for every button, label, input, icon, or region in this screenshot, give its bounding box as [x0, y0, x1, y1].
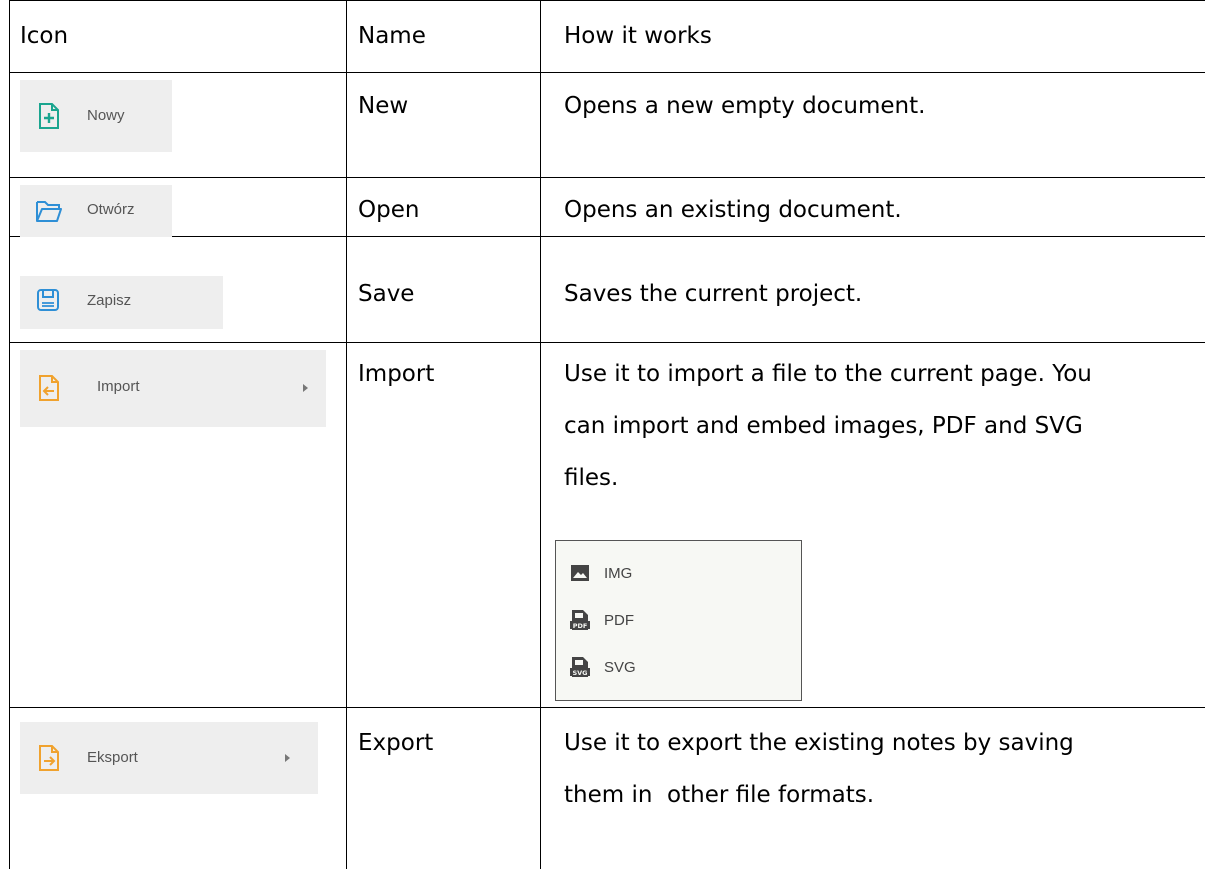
description-line: Use it to export the existing notes by s…	[564, 730, 1074, 756]
submenu-item-pdf: PDF PDF	[570, 608, 634, 632]
description-line: Use it to import a file to the current p…	[564, 361, 1092, 387]
export-button-screenshot: Eksport	[20, 722, 318, 794]
submenu-item-label: SVG	[604, 658, 636, 676]
name-save: Save	[358, 281, 415, 307]
description-line: Saves the current project.	[564, 281, 863, 307]
description-line: Opens an existing document.	[564, 197, 902, 223]
name-import: Import	[358, 361, 435, 387]
description-line: can import and embed images, PDF and SVG	[564, 413, 1083, 439]
description-export: Use it to export the existing notes by s…	[564, 717, 1074, 821]
new-button-screenshot: Nowy	[20, 80, 172, 152]
name-export: Export	[358, 730, 434, 756]
button-label: Import	[97, 378, 140, 395]
button-label: Eksport	[87, 749, 138, 766]
header-name: Name	[358, 23, 426, 49]
submenu-arrow-icon	[285, 754, 290, 762]
new-document-icon	[39, 103, 59, 129]
submenu-arrow-icon	[303, 384, 308, 392]
svg-text:PDF: PDF	[573, 622, 588, 630]
name-new: New	[358, 93, 409, 119]
folder-open-icon	[36, 201, 62, 222]
image-icon	[571, 565, 589, 581]
table-border	[346, 0, 347, 869]
submenu-item-label: PDF	[604, 611, 634, 629]
description-save: Saves the current project.	[564, 268, 862, 320]
table-border	[9, 72, 1205, 73]
button-label: Zapisz	[87, 292, 132, 309]
svg-file-icon: SVG	[570, 657, 590, 677]
description-new: Opens a new empty document.	[564, 80, 925, 132]
description-line: them in other file formats.	[564, 782, 875, 808]
button-label: Nowy	[87, 107, 125, 124]
table-border	[9, 177, 1205, 178]
description-import: Use it to import a file to the current p…	[564, 348, 1092, 504]
header-how-it-works: How it works	[564, 23, 712, 49]
button-label: Otwórz	[87, 201, 135, 218]
save-button-screenshot: Zapisz	[20, 276, 223, 329]
description-line: Opens a new empty document.	[564, 93, 926, 119]
submenu-item-label: IMG	[604, 564, 633, 582]
table-border	[9, 342, 1205, 343]
submenu-item-img: IMG	[570, 561, 632, 585]
table-border	[9, 0, 1205, 1]
description-open: Opens an existing document.	[564, 184, 902, 236]
import-button-screenshot: Import	[20, 350, 326, 427]
table-border	[9, 707, 1205, 708]
name-open: Open	[358, 197, 420, 223]
description-line: files.	[564, 465, 619, 491]
table-border	[540, 0, 541, 869]
svg-text:SVG: SVG	[572, 669, 587, 677]
open-button-screenshot: Otwórz	[20, 185, 172, 237]
table-border	[9, 0, 10, 869]
export-file-icon	[39, 745, 59, 771]
import-submenu-screenshot: IMG PDF PDF SVG SVG	[555, 540, 802, 701]
submenu-item-svg: SVG SVG	[570, 655, 636, 679]
save-icon	[37, 289, 59, 311]
import-file-icon	[39, 375, 59, 401]
header-icon: Icon	[20, 23, 69, 49]
pdf-file-icon: PDF	[570, 610, 590, 630]
table-border	[9, 236, 1205, 237]
